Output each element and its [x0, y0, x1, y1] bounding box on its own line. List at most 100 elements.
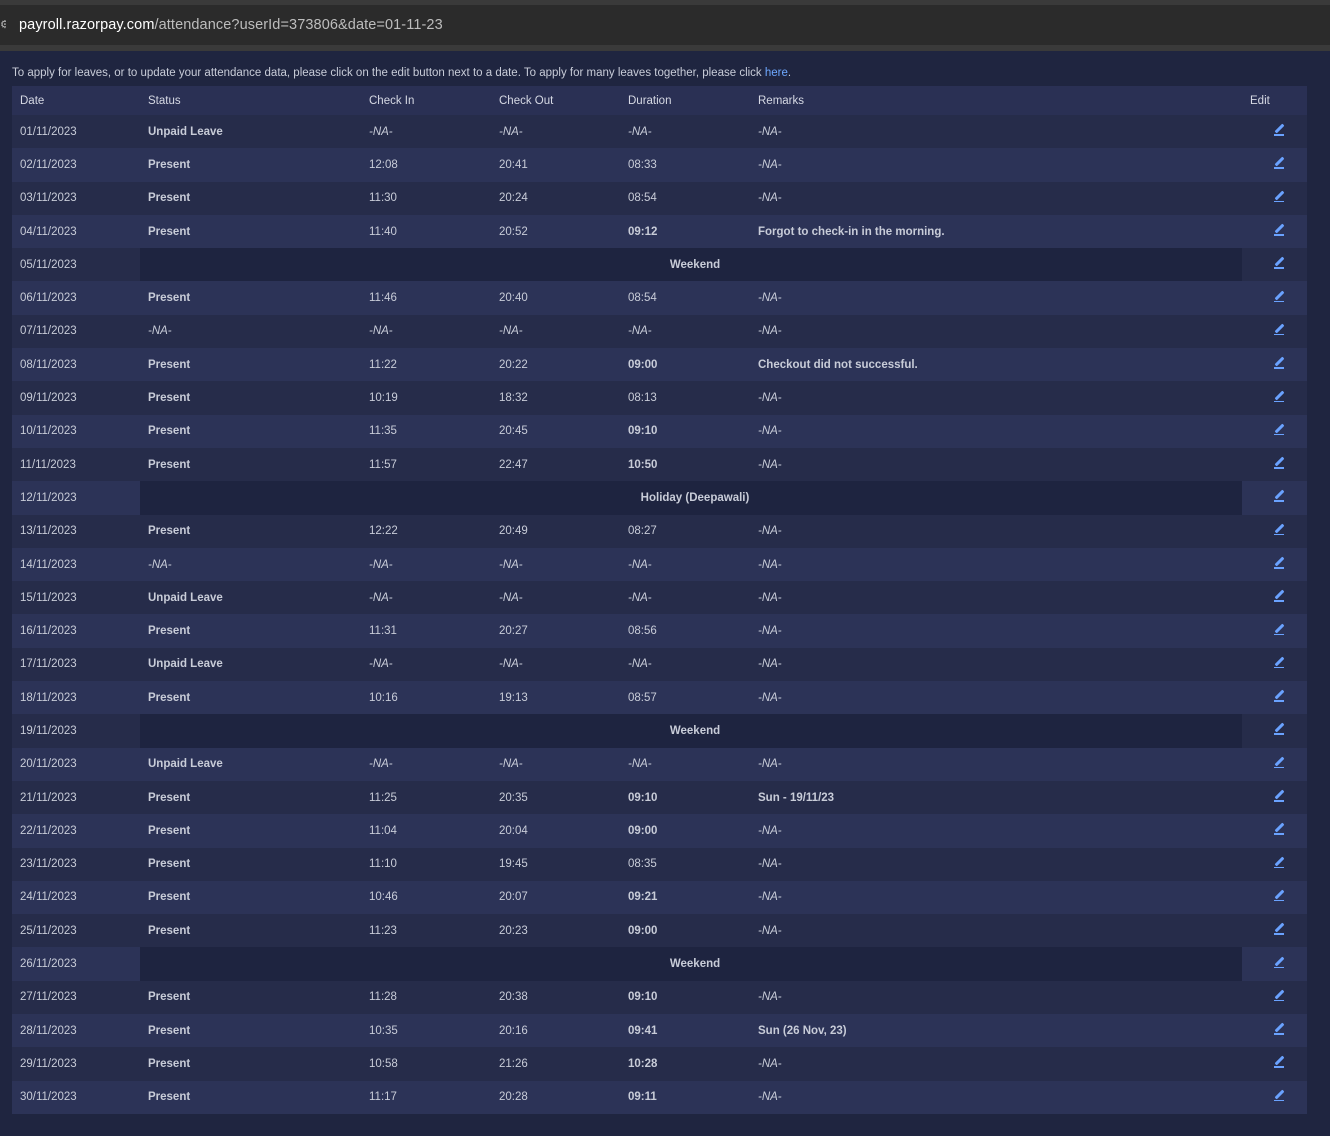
duration-cell: 09:00: [620, 814, 750, 848]
header-status[interactable]: Status: [140, 86, 361, 115]
pencil-icon[interactable]: [1273, 324, 1285, 336]
remarks-cell: -NA-: [750, 681, 1242, 715]
check-out-cell: -NA-: [491, 747, 620, 781]
pencil-icon[interactable]: [1273, 790, 1285, 802]
date-cell: 17/11/2023: [12, 647, 140, 682]
header-check-in[interactable]: Check In: [361, 86, 491, 115]
pencil-icon[interactable]: [1273, 923, 1285, 935]
pencil-icon[interactable]: [1273, 557, 1285, 569]
notice-text: To apply for leaves, or to update your a…: [12, 67, 765, 79]
pencil-icon[interactable]: [1273, 457, 1285, 469]
pencil-icon[interactable]: [1273, 990, 1285, 1002]
date-cell: 28/11/2023: [12, 1014, 140, 1048]
pencil-icon[interactable]: [1273, 590, 1285, 602]
edit-cell: [1242, 814, 1307, 848]
url-path: /attendance?userId=373806&date=01-11-23: [154, 17, 443, 33]
table-row: 29/11/2023 Present 10:58 21:26 10:28 -NA-: [12, 1047, 1307, 1081]
day-note-cell: Weekend: [140, 947, 1242, 981]
header-duration[interactable]: Duration: [620, 86, 750, 115]
pencil-icon[interactable]: [1273, 157, 1285, 169]
table-row: 28/11/2023 Present 10:35 20:16 09:41 Sun (26 …: [12, 1014, 1307, 1048]
duration-cell: 08:27: [620, 514, 750, 548]
remarks-cell: -NA-: [750, 814, 1242, 848]
date-cell: 23/11/2023: [12, 847, 140, 881]
edit-cell: [1242, 514, 1307, 548]
pencil-icon[interactable]: [1273, 191, 1285, 203]
table-row: 09/11/2023 Present 10:19 18:32 08:13 -NA-: [12, 381, 1307, 415]
status-cell: Present: [140, 614, 361, 648]
pencil-icon[interactable]: [1273, 757, 1285, 769]
date-cell: 12/11/2023: [12, 481, 140, 515]
check-out-cell: -NA-: [491, 581, 620, 615]
pencil-icon[interactable]: [1273, 957, 1285, 969]
table-row: 24/11/2023 Present 10:46 20:07 09:21 -NA-: [12, 880, 1307, 915]
check-out-cell: 20:16: [491, 1014, 620, 1048]
table-row: 11/11/2023 Present 11:57 22:47 10:50 -NA-: [12, 447, 1307, 482]
table-row: 26/11/2023 Weekend: [12, 947, 1307, 981]
status-cell: Present: [140, 381, 361, 415]
date-cell: 16/11/2023: [12, 614, 140, 648]
pencil-icon[interactable]: [1273, 391, 1285, 403]
pencil-icon[interactable]: [1273, 291, 1285, 303]
date-cell: 15/11/2023: [12, 581, 140, 615]
pencil-icon[interactable]: [1273, 723, 1285, 735]
bulk-leave-link[interactable]: here: [765, 67, 788, 79]
table-row: 16/11/2023 Present 11:31 20:27 08:56 -NA-: [12, 614, 1307, 648]
duration-cell: 09:21: [620, 880, 750, 915]
check-out-cell: 20:49: [491, 514, 620, 548]
date-cell: 01/11/2023: [12, 115, 140, 149]
check-in-cell: 11:40: [361, 214, 491, 249]
site-info-icon[interactable]: ⚙: [0, 18, 6, 32]
pencil-icon[interactable]: [1273, 524, 1285, 536]
status-cell: Present: [140, 980, 361, 1015]
table-row: 12/11/2023 Holiday (Deepawali): [12, 481, 1307, 515]
remarks-cell: -NA-: [750, 314, 1242, 349]
check-out-cell: -NA-: [491, 115, 620, 149]
duration-cell: 08:57: [620, 681, 750, 715]
edit-cell: [1242, 381, 1307, 415]
header-date[interactable]: Date: [12, 86, 140, 115]
pencil-icon[interactable]: [1273, 690, 1285, 702]
edit-cell: [1242, 847, 1307, 881]
pencil-icon[interactable]: [1273, 657, 1285, 669]
remarks-cell: -NA-: [750, 447, 1242, 482]
remarks-cell: -NA-: [750, 647, 1242, 682]
pencil-icon[interactable]: [1273, 1056, 1285, 1068]
duration-cell: 09:41: [620, 1014, 750, 1048]
pencil-icon[interactable]: [1273, 490, 1285, 502]
status-cell: Present: [140, 880, 361, 915]
check-out-cell: 20:40: [491, 281, 620, 315]
status-cell: Present: [140, 681, 361, 715]
pencil-icon[interactable]: [1273, 357, 1285, 369]
date-cell: 18/11/2023: [12, 681, 140, 715]
header-remarks[interactable]: Remarks: [750, 86, 1242, 115]
edit-cell: [1242, 214, 1307, 249]
date-cell: 22/11/2023: [12, 814, 140, 848]
edit-cell: [1242, 714, 1307, 748]
pencil-icon[interactable]: [1273, 1023, 1285, 1035]
header-check-out[interactable]: Check Out: [491, 86, 620, 115]
pencil-icon[interactable]: [1273, 857, 1285, 869]
address-bar[interactable]: ⚙ payroll.razorpay.com/attendance?userId…: [0, 5, 1330, 51]
check-out-cell: 20:23: [491, 914, 620, 948]
url-text[interactable]: payroll.razorpay.com/attendance?userId=3…: [19, 17, 443, 33]
remarks-cell: Forgot to check-in in the morning.: [750, 214, 1242, 249]
status-cell: Present: [140, 281, 361, 315]
pencil-icon[interactable]: [1273, 124, 1285, 136]
table-row: 10/11/2023 Present 11:35 20:45 09:10 -NA-: [12, 414, 1307, 448]
pencil-icon[interactable]: [1273, 624, 1285, 636]
status-cell: Present: [140, 814, 361, 848]
remarks-cell: -NA-: [750, 414, 1242, 448]
pencil-icon[interactable]: [1273, 823, 1285, 835]
duration-cell: -NA-: [620, 747, 750, 781]
pencil-icon[interactable]: [1273, 1090, 1285, 1102]
table-row: 19/11/2023 Weekend: [12, 714, 1307, 748]
pencil-icon[interactable]: [1273, 257, 1285, 269]
date-cell: 07/11/2023: [12, 314, 140, 349]
duration-cell: 09:00: [620, 348, 750, 382]
status-cell: Present: [140, 914, 361, 948]
pencil-icon[interactable]: [1273, 890, 1285, 902]
pencil-icon[interactable]: [1273, 224, 1285, 236]
status-cell: Present: [140, 148, 361, 182]
pencil-icon[interactable]: [1273, 424, 1285, 436]
